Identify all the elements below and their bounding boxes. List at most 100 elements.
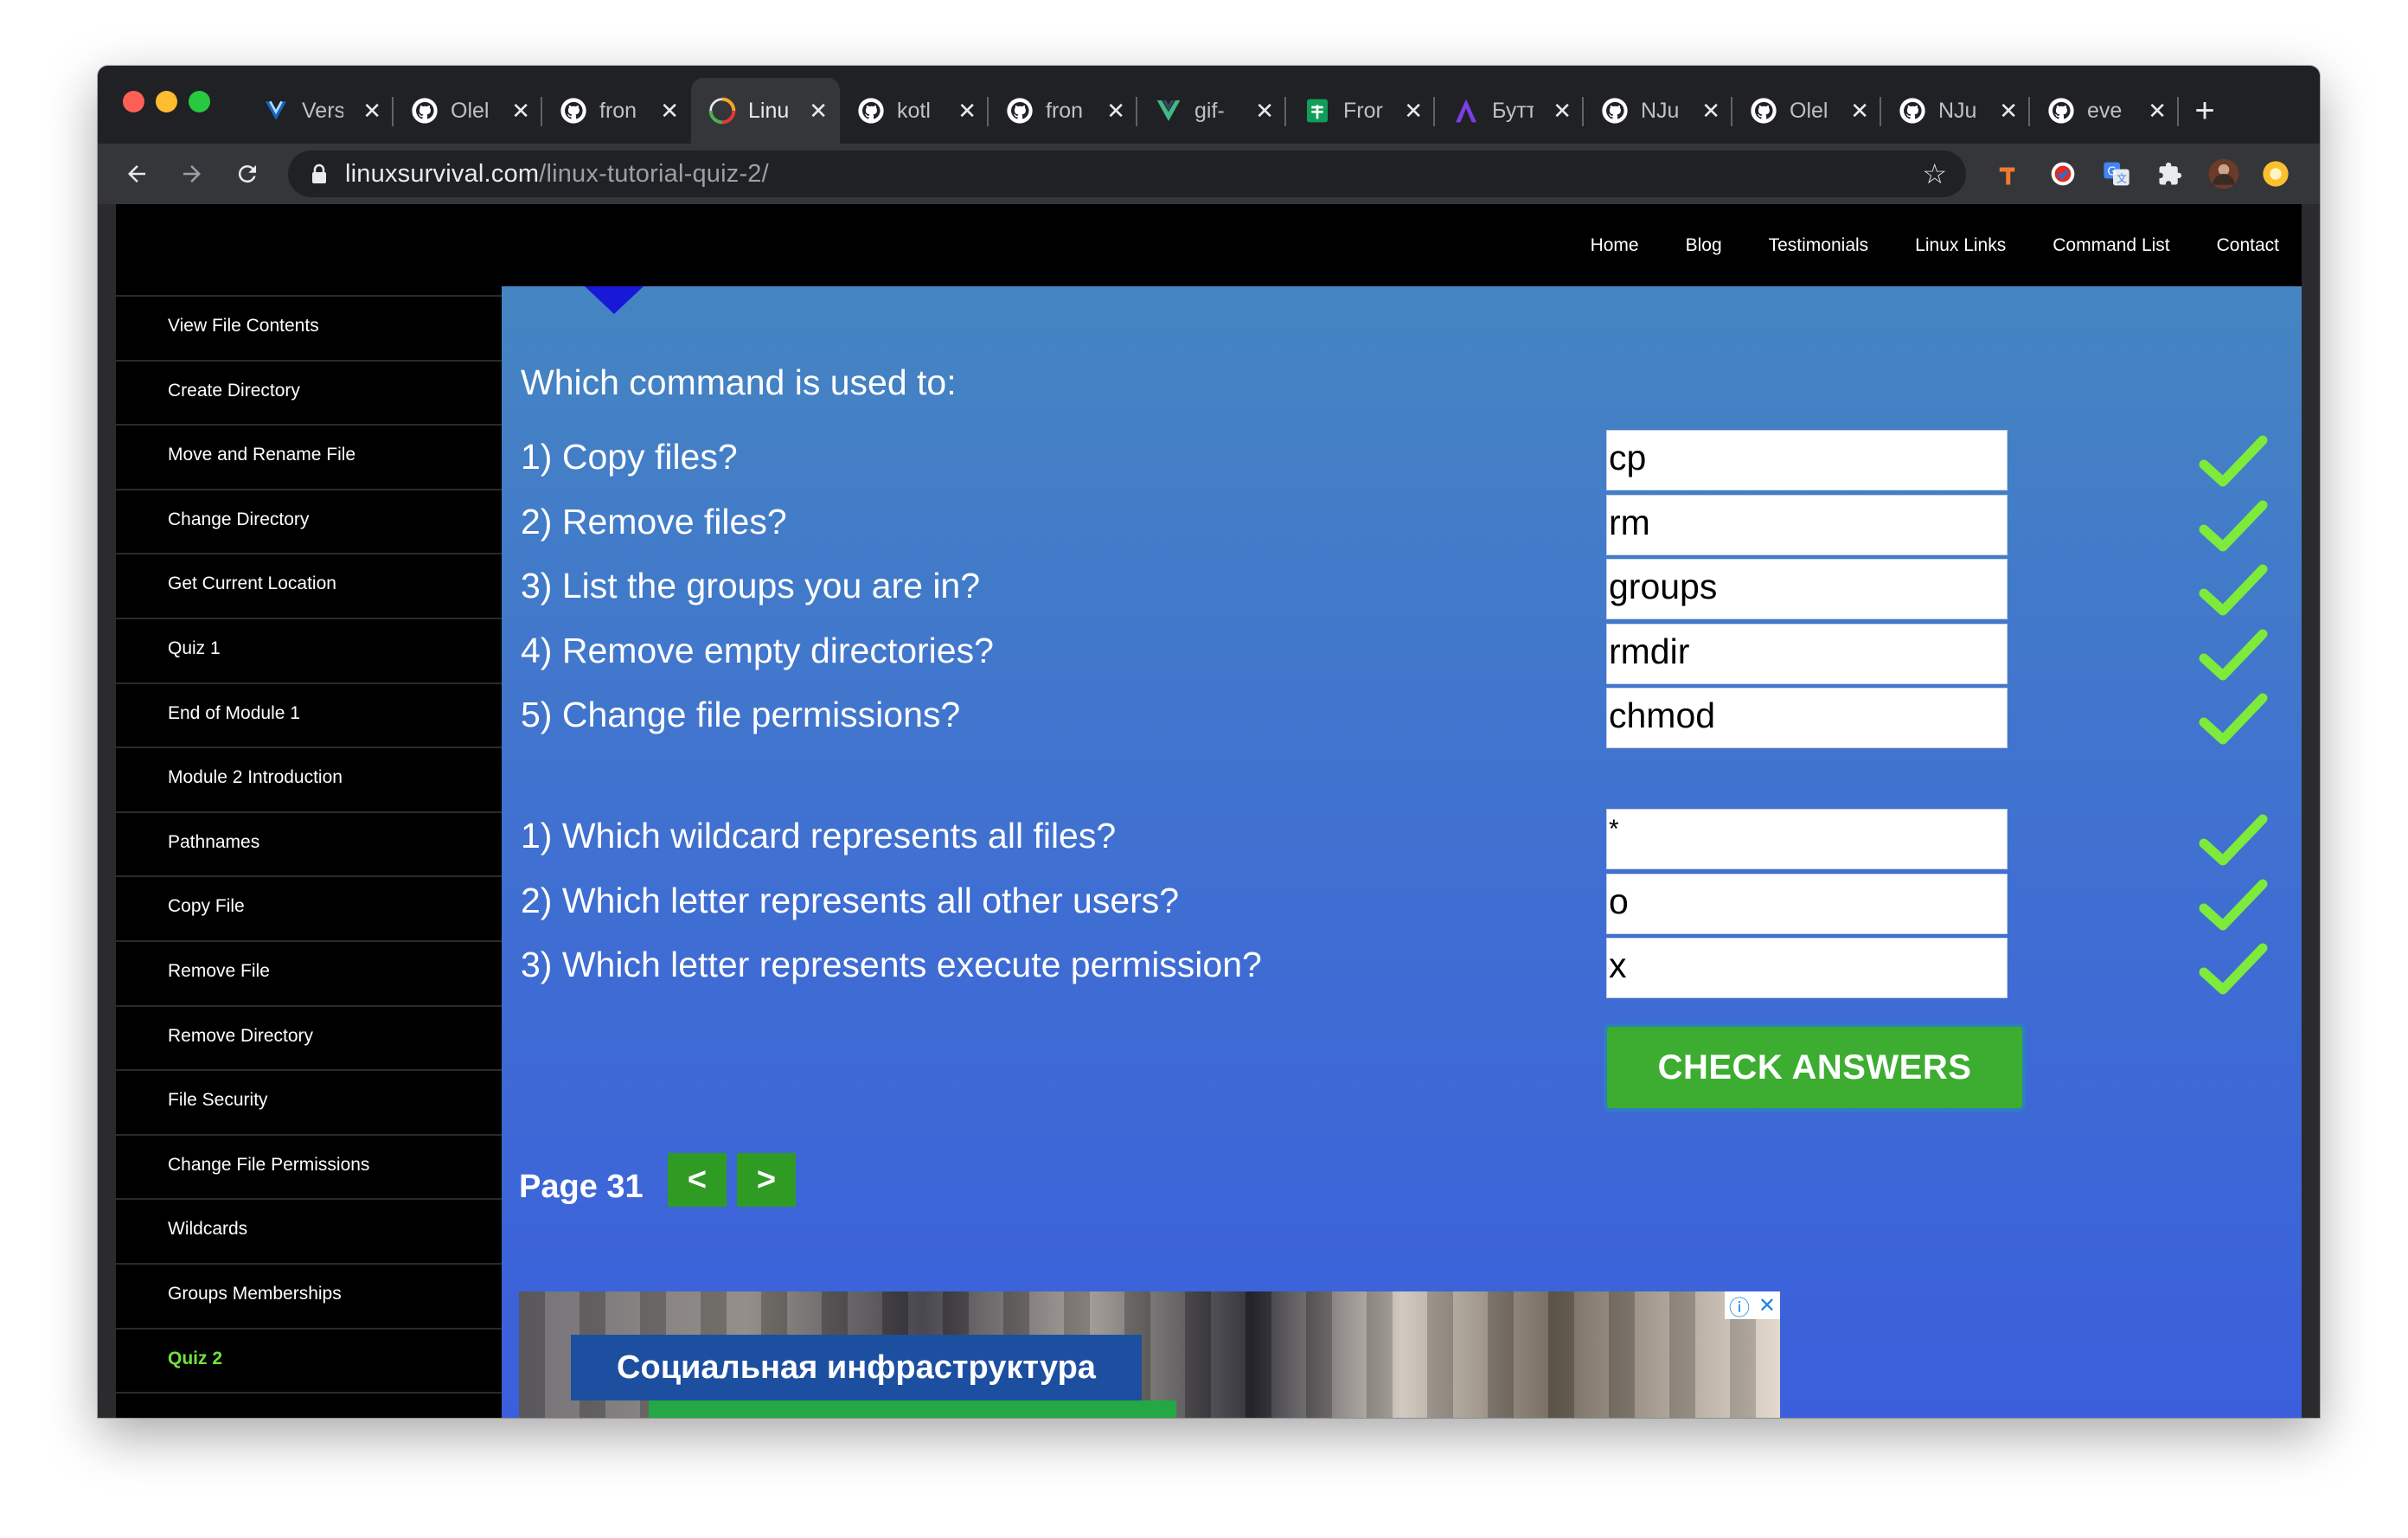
minimize-window-button[interactable]	[156, 91, 177, 112]
reload-button[interactable]	[227, 154, 267, 194]
tab-close-icon[interactable]: ✕	[1701, 98, 1720, 125]
answer-input[interactable]: groups	[1606, 559, 2008, 619]
sidebar-item-end-of-module-1[interactable]: End of Module 1	[116, 682, 502, 747]
sidebar-item-module-2-introduction[interactable]: Module 2 Introduction	[116, 747, 502, 811]
sidebar-item-groups-memberships[interactable]: Groups Memberships	[116, 1263, 502, 1327]
browser-tab[interactable]: Vers ✕	[245, 78, 394, 144]
arrow-left-icon	[128, 165, 145, 183]
nav-link-home[interactable]: Home	[1591, 235, 1639, 256]
ad-controls: ⓘ ✕	[1725, 1291, 1780, 1321]
next-page-button[interactable]: >	[737, 1153, 796, 1207]
tab-close-icon[interactable]: ✕	[511, 98, 530, 125]
profile-avatar[interactable]	[2206, 157, 2241, 191]
browser-tab[interactable]: Linu ✕	[691, 78, 840, 144]
answer-input[interactable]: x	[1606, 938, 2008, 998]
browser-tab[interactable]: kotl ✕	[840, 78, 989, 144]
sidebar-item-quiz-2[interactable]: Quiz 2	[116, 1327, 502, 1392]
answer-input[interactable]: chmod	[1606, 688, 2008, 748]
tab-close-icon[interactable]: ✕	[1553, 98, 1572, 125]
back-button[interactable]	[117, 154, 157, 194]
maximize-window-button[interactable]	[189, 91, 210, 112]
sidebar-item-quiz-1[interactable]: Quiz 1	[116, 618, 502, 682]
ad-banner-text: Социальная инфраструктура	[571, 1335, 1142, 1400]
forward-button[interactable]	[172, 154, 212, 194]
sidebar-item-file-security[interactable]: File Security	[116, 1069, 502, 1133]
sidebar-item-get-current-location[interactable]: Get Current Location	[116, 553, 502, 617]
new-tab-button[interactable]: +	[2179, 78, 2231, 144]
browser-toolbar: linuxsurvival.com/linux-tutorial-quiz-2/…	[98, 144, 2320, 204]
sidebar-item-remove-file[interactable]: Remove File	[116, 940, 502, 1004]
ad-info-icon[interactable]: ⓘ	[1729, 1291, 1750, 1321]
nav-link-command-list[interactable]: Command List	[2053, 235, 2169, 256]
browser-tab[interactable]: gif- ✕	[1137, 78, 1286, 144]
svg-text:文: 文	[2117, 171, 2127, 184]
browser-tab[interactable]: Fror ✕	[1286, 78, 1435, 144]
bookmark-star-icon[interactable]: ☆	[1922, 157, 1947, 190]
correct-check-icon	[2199, 693, 2268, 745]
sidebar-item-move-and-rename-file[interactable]: Move and Rename File	[116, 424, 502, 488]
browser-tab[interactable]: Olel ✕	[394, 78, 542, 144]
address-bar[interactable]: linuxsurvival.com/linux-tutorial-quiz-2/…	[288, 151, 1966, 197]
browser-window: Vers ✕ Olel ✕ fron ✕ Linu ✕ kotl ✕ fron ✕ gif- ✕ Fror ✕…	[98, 66, 2320, 1418]
browser-tab[interactable]: eve ✕	[2030, 78, 2179, 144]
sidebar-item-change-directory[interactable]: Change Directory	[116, 488, 502, 553]
nav-link-contact[interactable]: Contact	[2217, 235, 2279, 256]
google-translate-icon[interactable]: G文	[2099, 157, 2134, 191]
tab-title: eve	[2087, 98, 2123, 123]
tab-separator	[2177, 97, 2179, 126]
sidebar-item-label: Copy File	[168, 896, 245, 917]
tab-close-icon[interactable]: ✕	[1404, 98, 1423, 125]
sidebar-item-label: View File Contents	[168, 316, 319, 336]
ad-close-icon[interactable]: ✕	[1758, 1293, 1776, 1318]
browser-tab[interactable]: NJu ✕	[1584, 78, 1732, 144]
vuetify-icon	[262, 97, 290, 125]
sidebar-item-label: Change File Permissions	[168, 1154, 370, 1175]
tab-close-icon[interactable]: ✕	[1106, 98, 1125, 125]
previous-page-button[interactable]: <	[668, 1153, 727, 1207]
tab-title: NJu	[1938, 98, 1977, 123]
answer-input[interactable]: rmdir	[1606, 623, 2008, 684]
nav-link-testimonials[interactable]: Testimonials	[1769, 235, 1869, 256]
sidebar-item-change-file-permissions[interactable]: Change File Permissions	[116, 1133, 502, 1198]
tab-close-icon[interactable]: ✕	[809, 98, 828, 125]
tab-close-icon[interactable]: ✕	[1850, 98, 1869, 125]
extension-red-circle-icon[interactable]	[2046, 157, 2080, 191]
sidebar-item-pathnames[interactable]: Pathnames	[116, 811, 502, 875]
github-icon	[1750, 97, 1777, 125]
browser-tab[interactable]: fron ✕	[542, 78, 691, 144]
tab-close-icon[interactable]: ✕	[660, 98, 679, 125]
svg-text:G: G	[2107, 165, 2116, 178]
answer-input[interactable]: o	[1606, 873, 2008, 934]
extension-hammer-icon[interactable]	[1992, 157, 2027, 191]
sidebar-item-view-file-contents[interactable]: View File Contents	[116, 295, 502, 359]
quiz-question: 4) Remove empty directories?	[521, 630, 994, 670]
browser-tab[interactable]: Olel ✕	[1732, 78, 1881, 144]
reload-icon	[238, 165, 256, 183]
sidebar-item-label: Quiz 1	[168, 638, 221, 658]
check-answers-button[interactable]: CHECK ANSWERS	[1604, 1023, 2026, 1112]
sidebar-item-label: Wildcards	[168, 1219, 248, 1240]
tab-strip: Vers ✕ Olel ✕ fron ✕ Linu ✕ kotl ✕ fron ✕ gif- ✕ Fror ✕…	[98, 66, 2320, 144]
nav-link-blog[interactable]: Blog	[1686, 235, 1722, 256]
sidebar-item-create-directory[interactable]: Create Directory	[116, 359, 502, 424]
answer-input[interactable]: *	[1606, 809, 2008, 869]
browser-tab[interactable]: NJu ✕	[1881, 78, 2030, 144]
browser-tab[interactable]: Бутт ✕	[1435, 78, 1584, 144]
browser-tab[interactable]: fron ✕	[989, 78, 1137, 144]
sidebar-item-remove-directory[interactable]: Remove Directory	[116, 1004, 502, 1069]
sidebar-item-copy-file[interactable]: Copy File	[116, 875, 502, 939]
advertisement[interactable]: Социальная инфраструктура ⓘ ✕	[519, 1291, 1780, 1418]
answer-input[interactable]: cp	[1606, 430, 2008, 490]
tab-close-icon[interactable]: ✕	[1999, 98, 2018, 125]
nav-link-linux-links[interactable]: Linux Links	[1915, 235, 2006, 256]
answer-input[interactable]: rm	[1606, 494, 2008, 555]
tab-close-icon[interactable]: ✕	[1255, 98, 1274, 125]
tab-close-icon[interactable]: ✕	[362, 98, 381, 125]
tab-close-icon[interactable]: ✕	[2148, 98, 2167, 125]
notification-badge-icon[interactable]	[2258, 157, 2293, 191]
active-menu-pointer	[585, 286, 644, 314]
close-window-button[interactable]	[123, 91, 144, 112]
tab-close-icon[interactable]: ✕	[957, 98, 977, 125]
sidebar-item-wildcards[interactable]: Wildcards	[116, 1198, 502, 1262]
extensions-puzzle-icon[interactable]	[2153, 157, 2187, 191]
